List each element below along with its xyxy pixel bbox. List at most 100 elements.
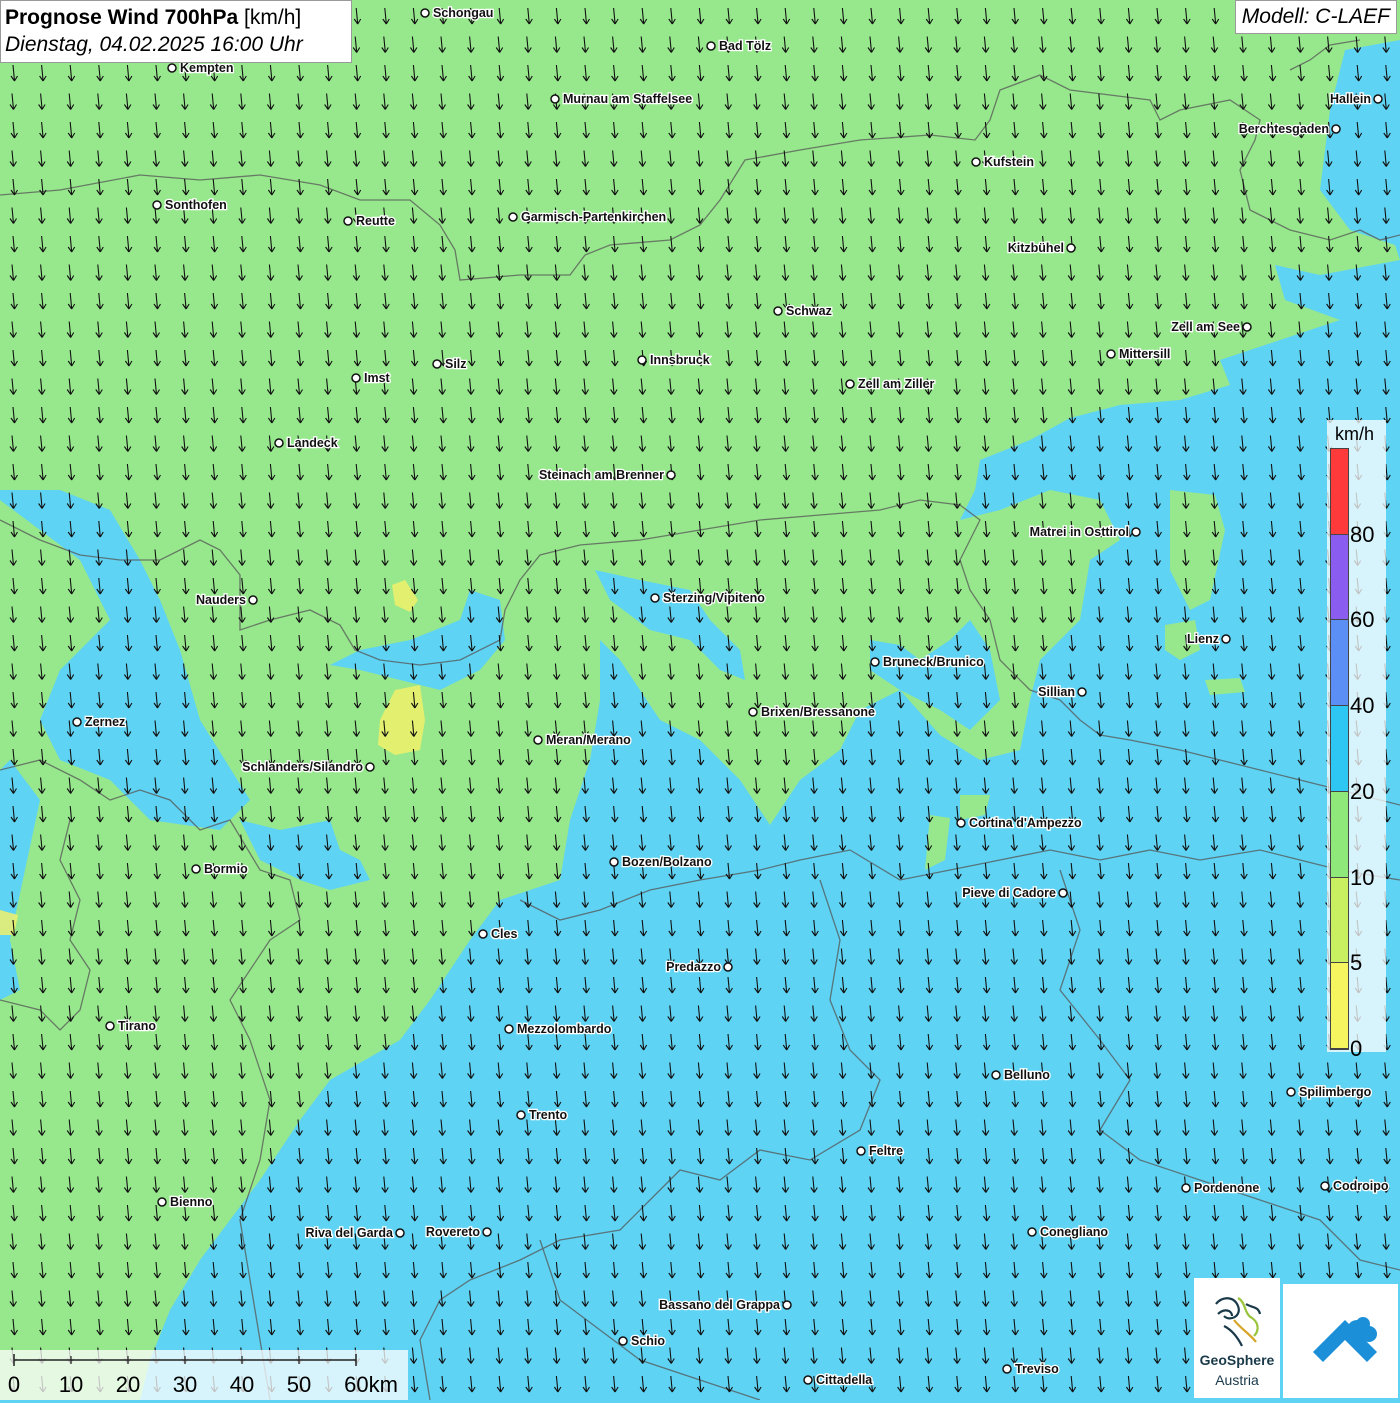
city-label: Mittersill	[1119, 347, 1170, 361]
city-dot-icon	[991, 1070, 1001, 1080]
city-marker: Steinach am Brenner	[538, 467, 676, 483]
city-marker: Pordenone	[1181, 1180, 1261, 1196]
scale-label: 50	[286, 1372, 312, 1397]
city-dot-icon	[1331, 124, 1341, 134]
city-marker: Spilimbergo	[1286, 1084, 1373, 1100]
city-label: Rovereto	[426, 1225, 481, 1239]
city-dot-icon	[533, 735, 543, 745]
wind-map: Schongau Kempten Bad Tölz Hallein Murnau am …	[0, 0, 1400, 1400]
city-marker: Cortina d'Ampezzo	[956, 815, 1083, 831]
city-label: Imst	[364, 371, 391, 385]
city-label: Zell am See	[1171, 320, 1240, 334]
city-marker: Bruneck/Brunico	[870, 654, 985, 670]
city-dot-icon	[1320, 1181, 1330, 1191]
scale-label: 60km	[344, 1372, 398, 1397]
city-label: Mezzolombardo	[517, 1022, 612, 1036]
forecast-datetime: Dienstag, 04.02.2025 16:00 Uhr	[5, 33, 303, 56]
city-label: Sonthofen	[165, 198, 227, 212]
city-label: Bassano del Grappa	[659, 1298, 781, 1312]
city-label: Codroipo	[1333, 1179, 1389, 1193]
city-label: Zernez	[85, 715, 125, 729]
city-label: Cles	[491, 927, 517, 941]
city-dot-icon	[1077, 687, 1087, 697]
city-label: Predazzo	[666, 960, 721, 974]
city-label: Conegliano	[1040, 1225, 1108, 1239]
city-label: Schlanders/Silandro	[242, 760, 363, 774]
city-label: Garmisch-Partenkirchen	[521, 210, 666, 224]
city-marker: Matrei in Osttirol	[1028, 524, 1141, 540]
legend-swatch	[1331, 877, 1348, 964]
legend-label: 0	[1350, 1036, 1363, 1061]
city-label: Treviso	[1015, 1362, 1059, 1376]
city-label: Belluno	[1004, 1068, 1050, 1082]
city-dot-icon	[432, 359, 442, 369]
legend-swatch	[1331, 963, 1348, 1049]
city-label: Kempten	[180, 61, 233, 75]
city-dot-icon	[1106, 349, 1116, 359]
city-dot-icon	[152, 200, 162, 210]
city-label: Murnau am Staffelsee	[563, 92, 692, 106]
scale-label: 40	[229, 1372, 255, 1397]
city-dot-icon	[1058, 888, 1068, 898]
city-dot-icon	[1286, 1087, 1296, 1097]
city-dot-icon	[1131, 527, 1141, 537]
city-label: Innsbruck	[650, 353, 710, 367]
city-label: Bad Tölz	[719, 39, 771, 53]
city-dot-icon	[666, 470, 676, 480]
title-box: Prognose Wind 700hPa [km/h] Dienstag, 04…	[0, 0, 352, 63]
city-dot-icon	[618, 1336, 628, 1346]
wind-zone-10-20	[1205, 678, 1245, 695]
city-marker: Murnau am Staffelsee	[550, 91, 694, 107]
city-dot-icon	[637, 355, 647, 365]
city-label: Brixen/Bressanone	[761, 705, 875, 719]
legend-label: 10	[1350, 864, 1375, 890]
scale-label: 10	[58, 1372, 84, 1397]
city-dot-icon	[420, 8, 430, 18]
city-dot-icon	[343, 216, 353, 226]
city-label: Zell am Ziller	[858, 377, 935, 391]
city-marker: Sonthofen	[152, 197, 228, 213]
city-marker: Garmisch-Partenkirchen	[508, 209, 668, 225]
city-label: Nauders	[196, 593, 246, 607]
legend-color-bar	[1330, 448, 1349, 1050]
city-dot-icon	[516, 1110, 526, 1120]
city-dot-icon	[508, 212, 518, 222]
city-label: Bozen/Bolzano	[622, 855, 712, 869]
city-marker: Bozen/Bolzano	[609, 854, 713, 870]
legend-label: 60	[1350, 607, 1375, 633]
city-dot-icon	[773, 306, 783, 316]
city-dot-icon	[1221, 634, 1231, 644]
city-marker: Zell am Ziller	[845, 376, 936, 392]
city-dot-icon	[365, 762, 375, 772]
city-marker: Riva del Garda	[304, 1225, 405, 1241]
city-dot-icon	[395, 1228, 405, 1238]
geosphere-country: Austria	[1215, 1372, 1259, 1388]
city-label: Tirano	[118, 1019, 156, 1033]
city-dot-icon	[105, 1021, 115, 1031]
city-dot-icon	[191, 864, 201, 874]
geosphere-logo[interactable]: GeoSphere Austria	[1194, 1278, 1280, 1398]
legend-swatch	[1331, 534, 1348, 621]
city-dot-icon	[1242, 322, 1252, 332]
city-label: Kitzbühel	[1008, 241, 1064, 255]
city-label: Feltre	[869, 1144, 903, 1158]
city-dot-icon	[856, 1146, 866, 1156]
city-marker: Meran/Merano	[533, 732, 632, 748]
city-dot-icon	[550, 94, 560, 104]
city-dot-icon	[1027, 1227, 1037, 1237]
geosphere-emblem-icon	[1215, 1297, 1262, 1347]
legend-unit: km/h	[1335, 424, 1375, 444]
city-dot-icon	[504, 1024, 514, 1034]
city-dot-icon	[1181, 1183, 1191, 1193]
app-logo[interactable]	[1283, 1284, 1398, 1398]
city-dot-icon	[167, 63, 177, 73]
city-label: Matrei in Osttirol	[1030, 525, 1129, 539]
city-label: Silz	[445, 357, 467, 371]
city-label: Steinach am Brenner	[539, 468, 664, 482]
city-label: Pordenone	[1194, 1181, 1259, 1195]
city-dot-icon	[971, 157, 981, 167]
title-unit: [km/h]	[238, 6, 302, 29]
city-dot-icon	[723, 962, 733, 972]
city-marker: Bassano del Grappa	[658, 1297, 792, 1313]
city-dot-icon	[748, 707, 758, 717]
